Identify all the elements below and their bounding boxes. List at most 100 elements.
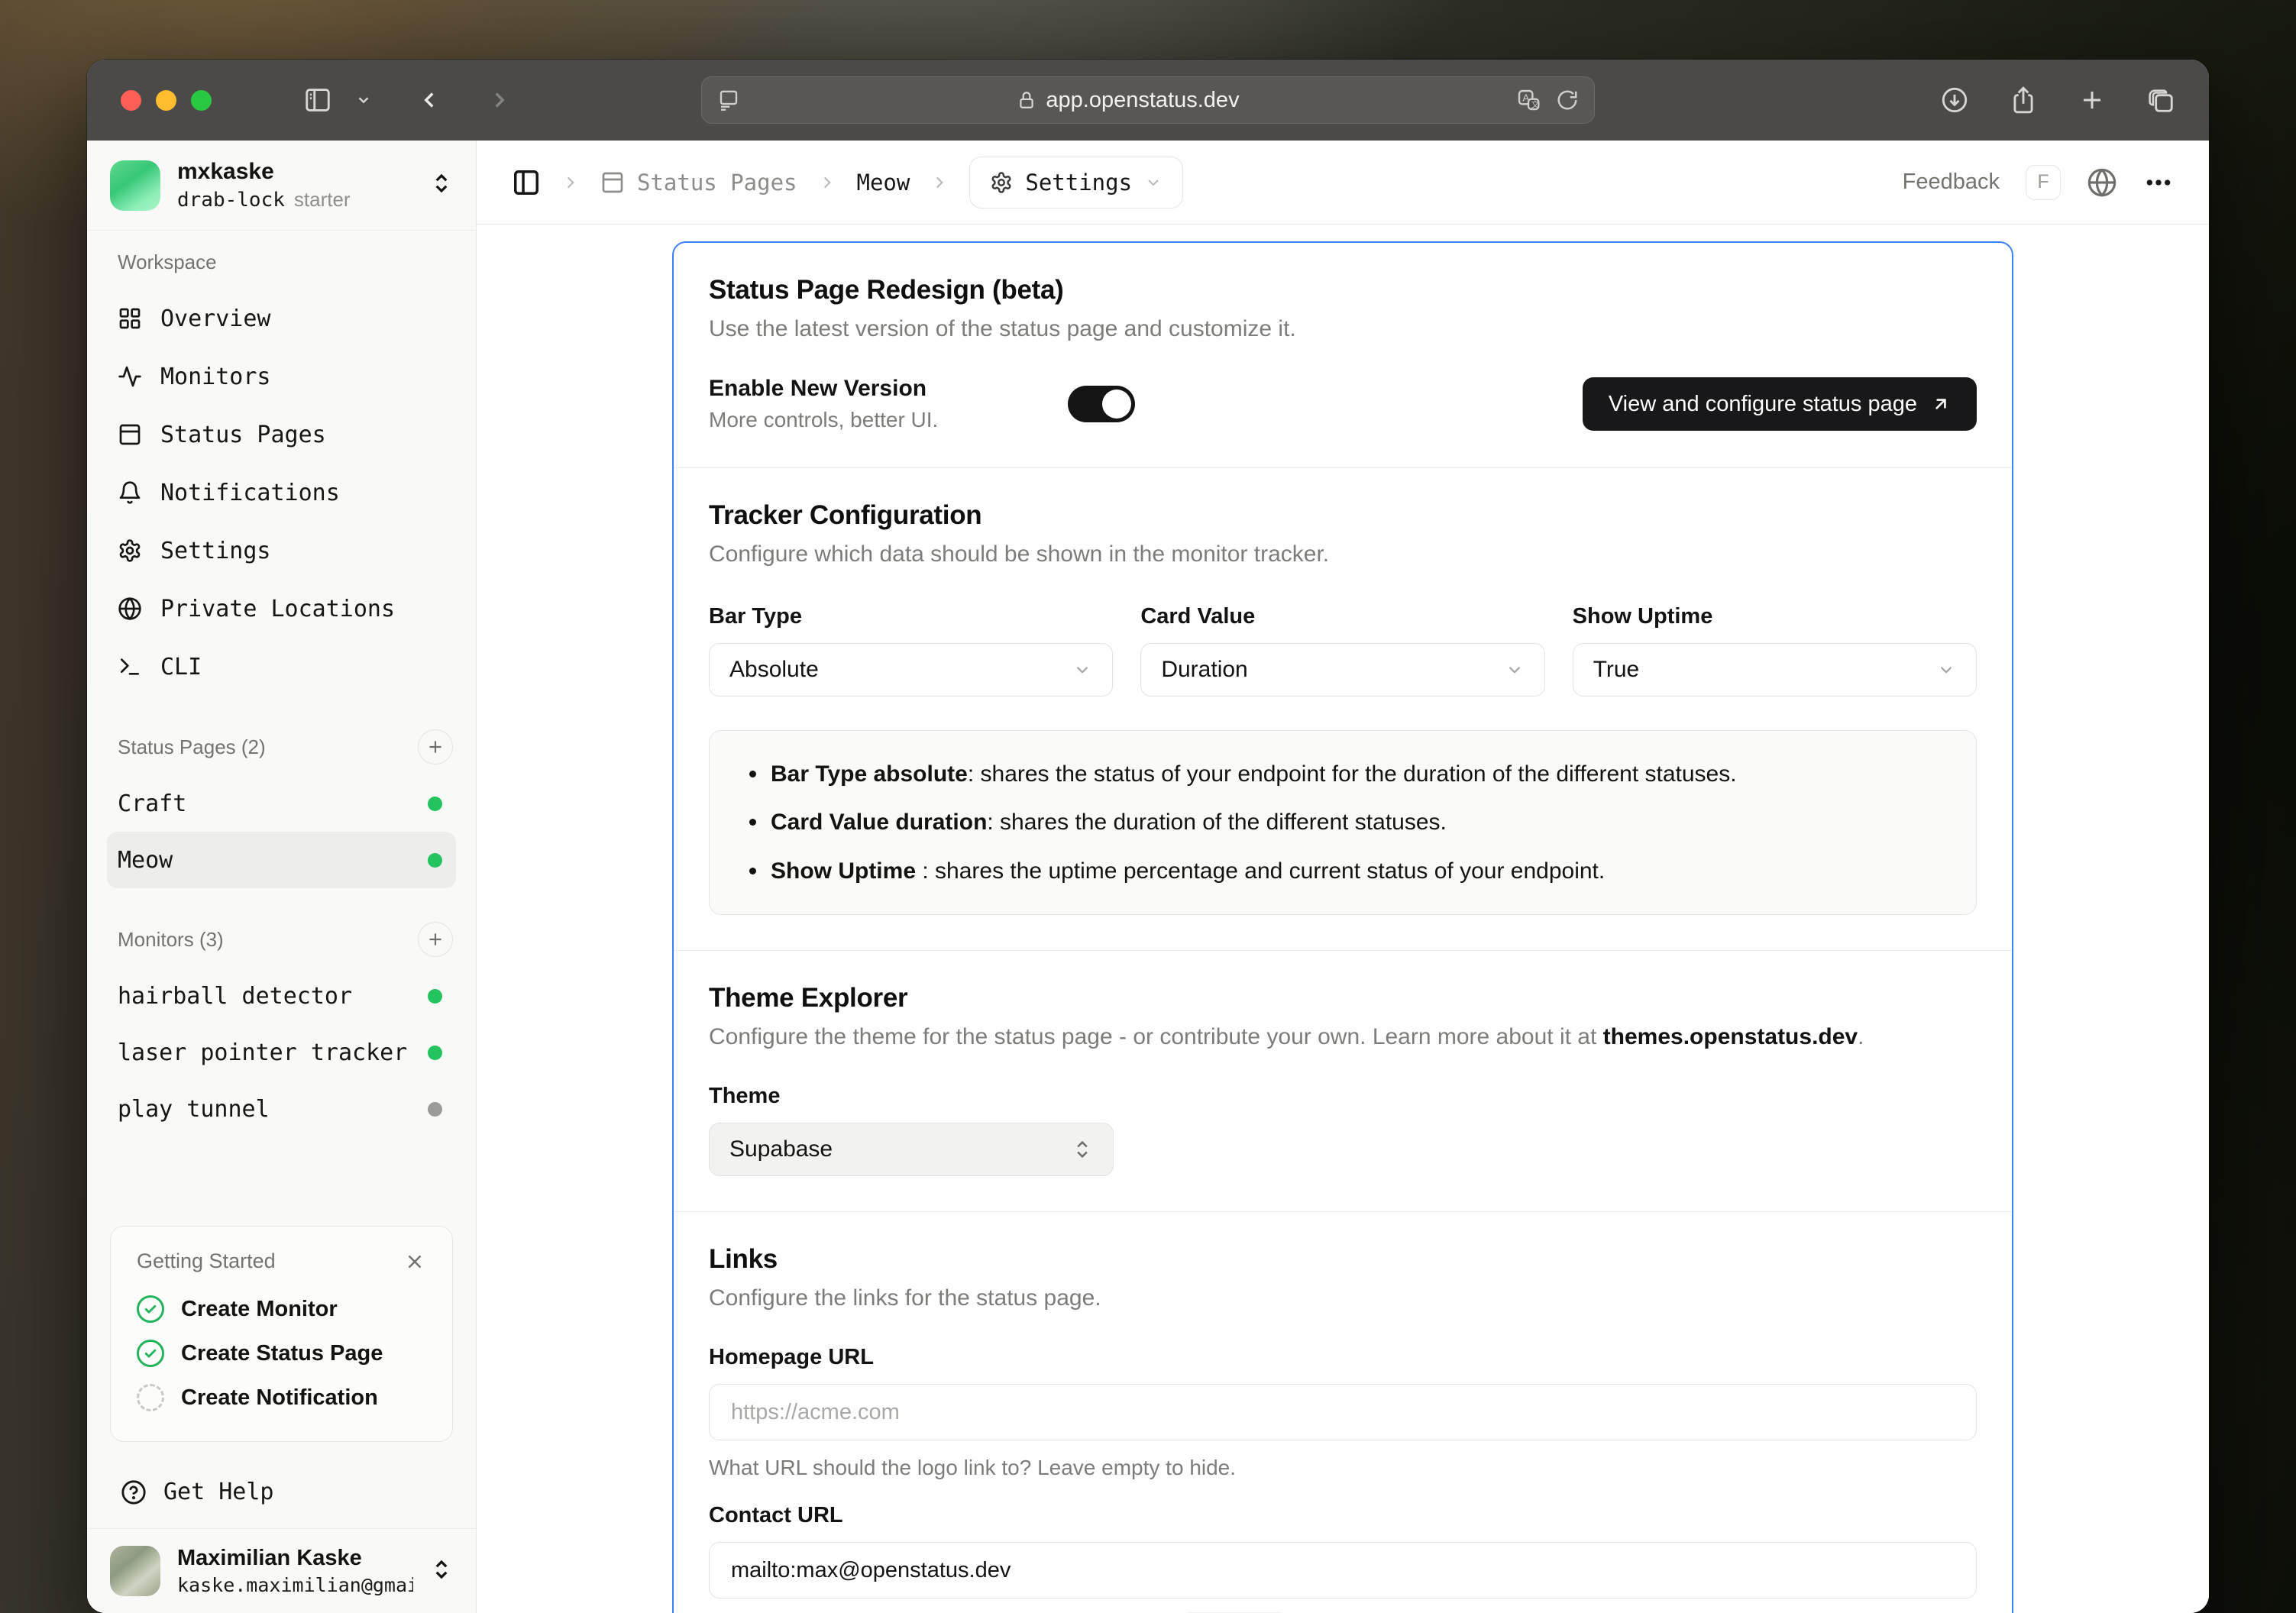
getting-started-create-monitor[interactable]: Create Monitor [132, 1287, 431, 1331]
status-pages-section-label: Status Pages (2) [118, 735, 266, 758]
check-circle-icon [137, 1340, 164, 1367]
monitor-item-laser-pointer-tracker[interactable]: laser pointer tracker [107, 1024, 456, 1081]
info-bullet: Show Uptime : shares the uptime percenta… [742, 855, 1941, 887]
view-configure-status-page-button[interactable]: View and configure status page [1582, 377, 1977, 431]
add-monitor-button[interactable] [418, 922, 453, 957]
section-title: Theme Explorer [709, 983, 908, 1013]
select-value: Duration [1161, 657, 1248, 682]
workspace-plan: starter [293, 188, 351, 211]
sidebar-item-cli[interactable]: CLI [107, 638, 456, 696]
contact-url-input[interactable] [709, 1542, 1977, 1599]
address-bar[interactable]: app.openstatus.dev A文 [701, 76, 1595, 124]
sidebar-toggle-icon[interactable] [512, 168, 541, 197]
globe-icon [118, 596, 142, 621]
browser-toolbar: app.openstatus.dev A文 [87, 60, 2209, 141]
card-value-select[interactable]: Duration [1140, 643, 1545, 697]
status-dot [428, 852, 442, 868]
select-value: True [1593, 657, 1640, 682]
user-menu[interactable]: Maximilian Kaske kaske.maximilian@gmail… [87, 1528, 476, 1613]
gear-icon [990, 171, 1013, 194]
sidebar-item-label: Notifications [160, 479, 340, 506]
close-window-button[interactable] [121, 89, 141, 111]
terminal-icon [118, 655, 142, 679]
field-label: Contact URL [709, 1503, 843, 1528]
status-page-item-craft[interactable]: Craft [107, 775, 456, 832]
browser-sidebar-icon[interactable] [303, 86, 332, 115]
getting-started-create-notification[interactable]: Create Notification [132, 1375, 431, 1420]
bar-type-select[interactable]: Absolute [709, 643, 1114, 697]
activity-icon [118, 364, 142, 389]
ellipsis-icon[interactable] [2143, 167, 2174, 198]
new-tab-icon[interactable] [2078, 86, 2107, 115]
sidebar-item-notifications[interactable]: Notifications [107, 464, 456, 522]
field-label: Show Uptime [1572, 604, 1713, 629]
status-dot [428, 1045, 442, 1060]
check-circle-icon [137, 1295, 164, 1323]
getting-started-card: Getting Started Create Monitor Create St… [110, 1226, 453, 1442]
maximize-window-button[interactable] [191, 89, 212, 111]
reload-icon[interactable] [1556, 89, 1579, 112]
theme-select[interactable]: Supabase [709, 1123, 1114, 1177]
toggle-description: More controls, better UI. [709, 408, 939, 432]
close-icon[interactable] [403, 1250, 426, 1273]
get-help-button[interactable]: Get Help [107, 1459, 456, 1528]
themes-link[interactable]: themes.openstatus.dev [1603, 1024, 1858, 1049]
status-dot [428, 796, 442, 811]
chevron-down-icon [1144, 173, 1163, 192]
breadcrumb-page[interactable]: Meow [857, 170, 910, 196]
feedback-button[interactable]: Feedback [1903, 170, 2000, 195]
workspace-avatar [110, 160, 160, 211]
tab-overview-icon[interactable] [2146, 86, 2175, 115]
getting-started-create-status-page[interactable]: Create Status Page [132, 1331, 431, 1375]
svg-text:文: 文 [1531, 99, 1539, 109]
show-uptime-select[interactable]: True [1572, 643, 1977, 697]
translate-icon[interactable]: A文 [1516, 88, 1541, 112]
redesign-section: Status Page Redesign (beta) Use the late… [674, 243, 2012, 467]
chevron-down-icon[interactable] [355, 92, 372, 108]
homepage-url-input[interactable] [709, 1384, 1977, 1441]
sidebar-item-label: Overview [160, 305, 271, 332]
get-help-label: Get Help [163, 1479, 274, 1505]
toggle-label: Enable New Version [709, 376, 927, 401]
getting-started-title: Getting Started [137, 1249, 276, 1272]
section-title: Tracker Configuration [709, 500, 982, 530]
section-title: Status Page Redesign (beta) [709, 275, 1064, 305]
browser-window: app.openstatus.dev A文 mxkaske drab-lock … [87, 60, 2209, 1613]
sidebar-item-overview[interactable]: Overview [107, 289, 456, 347]
add-status-page-button[interactable] [418, 729, 453, 764]
chevron-down-icon [1505, 660, 1525, 680]
sidebar-item-status-pages[interactable]: Status Pages [107, 406, 456, 464]
globe-icon[interactable] [2087, 167, 2117, 198]
downloads-icon[interactable] [1940, 86, 1969, 115]
sidebar-item-label: CLI [160, 653, 202, 680]
select-value: Absolute [729, 657, 819, 682]
workspace-switcher[interactable]: mxkaske drab-lock starter [87, 141, 476, 231]
field-label: Card Value [1140, 604, 1256, 629]
minimize-window-button[interactable] [156, 89, 176, 111]
chevron-right-icon [561, 173, 580, 192]
lock-icon [1017, 90, 1036, 110]
grid-icon [118, 306, 142, 331]
panel-top-icon [118, 422, 142, 447]
forward-button[interactable] [487, 87, 513, 113]
field-label: Homepage URL [709, 1345, 874, 1370]
sidebar-item-settings[interactable]: Settings [107, 522, 456, 580]
monitor-item-hairball-detector[interactable]: hairball detector [107, 968, 456, 1024]
sidebar-item-monitors[interactable]: Monitors [107, 347, 456, 406]
share-icon[interactable] [2009, 86, 2038, 115]
back-button[interactable] [416, 87, 442, 113]
view-switcher-settings[interactable]: Settings [969, 156, 1184, 208]
workspace-slug: drab-lock [177, 189, 285, 212]
sidebar-item-private-locations[interactable]: Private Locations [107, 580, 456, 638]
breadcrumb-status-pages[interactable]: Status Pages [600, 170, 797, 196]
bell-icon [118, 480, 142, 505]
section-subtitle: Configure the links for the status page. [709, 1285, 1101, 1311]
user-name: Maximilian Kaske [177, 1546, 362, 1570]
breadcrumb: Status Pages Meow Settings [512, 156, 1184, 208]
enable-new-version-toggle[interactable] [1068, 386, 1135, 422]
reader-icon[interactable] [717, 89, 740, 112]
sidebar-item-label: Status Pages [160, 421, 326, 448]
status-page-item-meow[interactable]: Meow [107, 832, 456, 888]
monitor-item-play-tunnel[interactable]: play tunnel [107, 1081, 456, 1137]
page-topbar: Status Pages Meow Settings Feedback F [477, 141, 2209, 225]
